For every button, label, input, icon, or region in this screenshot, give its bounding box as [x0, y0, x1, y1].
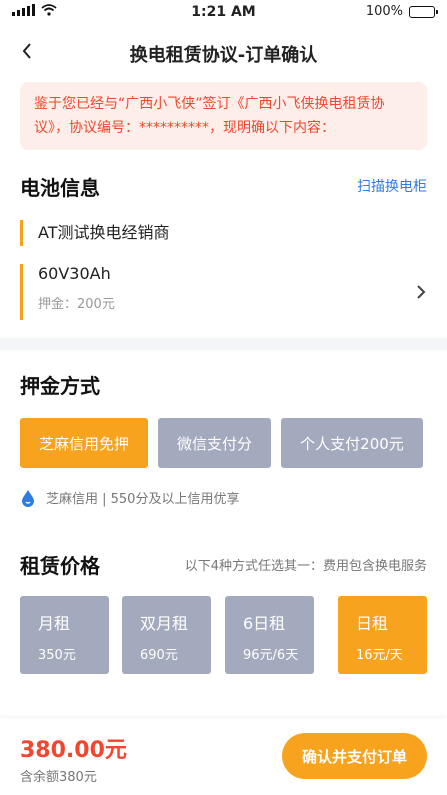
scan-cabinet-link[interactable]: 扫描换电柜 [357, 176, 427, 196]
plan-price: 16元/天 [356, 648, 403, 663]
plan-name: 日租 [356, 614, 389, 633]
battery-icon [409, 5, 438, 18]
battery-info-title: 电池信息 [20, 176, 100, 200]
plan-name: 月租 [38, 614, 71, 633]
nav-bar: 换电租赁协议-订单确认 [0, 24, 447, 80]
dealer-item: AT测试换电经销商 [20, 220, 169, 246]
deposit-method-title: 押金方式 [20, 374, 100, 398]
plan-price: 690元 [140, 648, 178, 663]
confirm-pay-button[interactable]: 确认并支付订单 [282, 733, 427, 779]
sesame-credit-icon [22, 489, 34, 507]
dealer-name: AT测试换电经销商 [38, 223, 170, 242]
plan-card-6day[interactable]: 6日租 96元/6天 [225, 596, 314, 674]
rental-price-title: 租赁价格 [20, 554, 100, 578]
plan-price: 96元/6天 [243, 648, 299, 663]
deposit-option-personal[interactable]: 个人支付200元 [281, 418, 423, 468]
battery-model-item[interactable]: 60V30Ah 押金：200元 [20, 264, 115, 320]
status-bar: 1:21 AM 100% [0, 0, 447, 24]
plan-price: 350元 [38, 648, 76, 663]
rental-note: 以下4种方式任选其一：费用包含换电服务 [184, 559, 427, 574]
credit-note-text: 芝麻信用 | 550分及以上信用优享 [46, 492, 240, 507]
deposit-option-wechat[interactable]: 微信支付分 [158, 418, 271, 468]
total-price: 380.00元 [20, 738, 127, 763]
plan-card-monthly[interactable]: 月租 350元 [20, 596, 109, 674]
plan-name: 6日租 [243, 614, 286, 633]
plan-card-daily[interactable]: 日租 16元/天 [338, 596, 427, 674]
page-title: 换电租赁协议-订单确认 [129, 45, 318, 66]
plan-card-bimonthly[interactable]: 双月租 690元 [122, 596, 211, 674]
credit-note: 芝麻信用 | 550分及以上信用优享 [20, 488, 239, 507]
deposit-option-sesame[interactable]: 芝麻信用免押 [20, 418, 148, 468]
agreement-notice: 鉴于您已经与“广西小飞侠”签订《广西小飞侠换电租赁协议》，协议编号：******… [20, 82, 427, 150]
battery-percent: 100% [365, 4, 403, 19]
battery-model: 60V30Ah [38, 264, 111, 283]
battery-deposit: 押金：200元 [38, 297, 115, 312]
order-footer: 380.00元 含余额380元 确认并支付订单 [0, 718, 447, 795]
status-right: 100% [365, 4, 438, 19]
balance-note: 含余额380元 [20, 770, 97, 785]
plan-name: 双月租 [140, 614, 189, 633]
chevron-right-icon[interactable] [411, 282, 431, 302]
